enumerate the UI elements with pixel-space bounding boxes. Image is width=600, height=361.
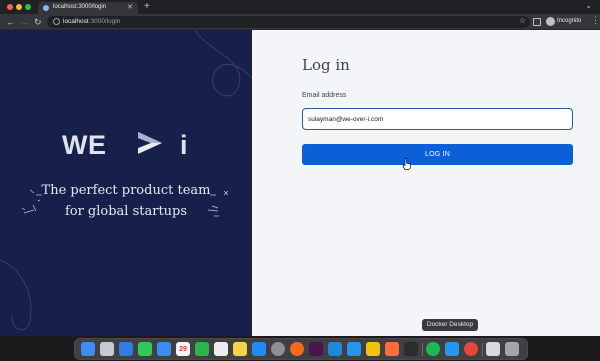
tab-title: localhost:3000/login (53, 4, 107, 10)
minimize-window-button[interactable] (16, 4, 22, 10)
calendar-icon[interactable]: 29 (176, 342, 190, 356)
close-tab-icon[interactable]: ✕ (127, 3, 133, 11)
document-icon[interactable] (486, 342, 500, 356)
side-panel-icon[interactable] (533, 18, 541, 26)
url-host: localhost (63, 18, 89, 25)
fullscreen-window-button[interactable] (25, 4, 31, 10)
docker-desktop-icon[interactable] (445, 342, 459, 356)
reminders-icon[interactable] (214, 342, 228, 356)
dock-separator (482, 343, 483, 356)
vscode-icon[interactable] (328, 342, 342, 356)
incognito-label[interactable]: Incognito (557, 18, 581, 24)
trash-icon[interactable] (505, 342, 519, 356)
browser-tab[interactable]: localhost:3000/login ✕ (38, 2, 138, 14)
hero-panel: WE i The perfect product team for global… (0, 30, 252, 336)
slack-icon[interactable] (309, 342, 323, 356)
screen: localhost:3000/login ✕ + ⌄ ← → ↻ localho… (0, 0, 600, 361)
docker-icon[interactable] (347, 342, 361, 356)
postman-icon[interactable] (385, 342, 399, 356)
tagline-line-2: for global startups (64, 204, 188, 219)
dock-separator (422, 343, 423, 356)
notes-icon[interactable] (233, 342, 247, 356)
close-window-button[interactable] (7, 4, 13, 10)
globe-icon (43, 5, 49, 11)
appstore-icon[interactable] (252, 342, 266, 356)
browser-toolbar: ← → ↻ localhost:3000/login ☆ Incognito ⋮ (0, 14, 600, 30)
address-bar[interactable]: localhost:3000/login ☆ (47, 16, 530, 28)
finder-icon[interactable] (81, 342, 95, 356)
logo-text-i: i (180, 130, 188, 160)
site-info-icon[interactable] (53, 18, 60, 25)
launchpad-icon[interactable] (100, 342, 114, 356)
messages-icon[interactable] (138, 342, 152, 356)
system-settings-icon[interactable] (271, 342, 285, 356)
safari-icon[interactable] (119, 342, 133, 356)
browser-tabstrip: localhost:3000/login ✕ + ⌄ (0, 0, 600, 14)
email-field[interactable] (302, 108, 573, 130)
greater-than-icon (138, 132, 162, 154)
incognito-icon[interactable] (546, 17, 555, 26)
reload-button[interactable]: ↻ (34, 16, 42, 28)
chrome-icon[interactable] (464, 342, 478, 356)
page-title: Log in (302, 56, 350, 74)
dock: 29 (74, 338, 528, 360)
mail-icon[interactable] (157, 342, 171, 356)
tab-search-icon[interactable]: ⌄ (585, 1, 592, 10)
tagline-line-1: The perfect product team (41, 183, 211, 198)
bookmark-star-icon[interactable]: ☆ (519, 16, 526, 25)
dock-tooltip: Docker Desktop (422, 319, 478, 331)
firefox-icon[interactable] (290, 342, 304, 356)
login-panel: Log in Email address LOG IN (252, 30, 600, 336)
email-label: Email address (302, 92, 347, 99)
hero-tagline: The perfect product team for global star… (20, 180, 232, 222)
drive-icon[interactable] (366, 342, 380, 356)
brand-logo: WE i (62, 124, 192, 164)
forward-button[interactable]: → (20, 16, 29, 28)
terminal-icon[interactable] (404, 342, 418, 356)
new-tab-button[interactable]: + (144, 1, 150, 13)
spotify-icon[interactable] (426, 342, 440, 356)
back-button[interactable]: ← (6, 16, 15, 28)
url-path: :3000/login (88, 18, 121, 25)
url-text: localhost:3000/login (63, 18, 120, 25)
pointer-cursor-icon (402, 158, 411, 170)
login-button[interactable]: LOG IN (302, 144, 573, 165)
logo-text-we: WE (62, 130, 107, 160)
more-menu-icon[interactable]: ⋮ (591, 15, 600, 26)
dock-area: 29 (0, 336, 600, 361)
facetime-icon[interactable] (195, 342, 209, 356)
page: WE i The perfect product team for global… (0, 30, 600, 336)
